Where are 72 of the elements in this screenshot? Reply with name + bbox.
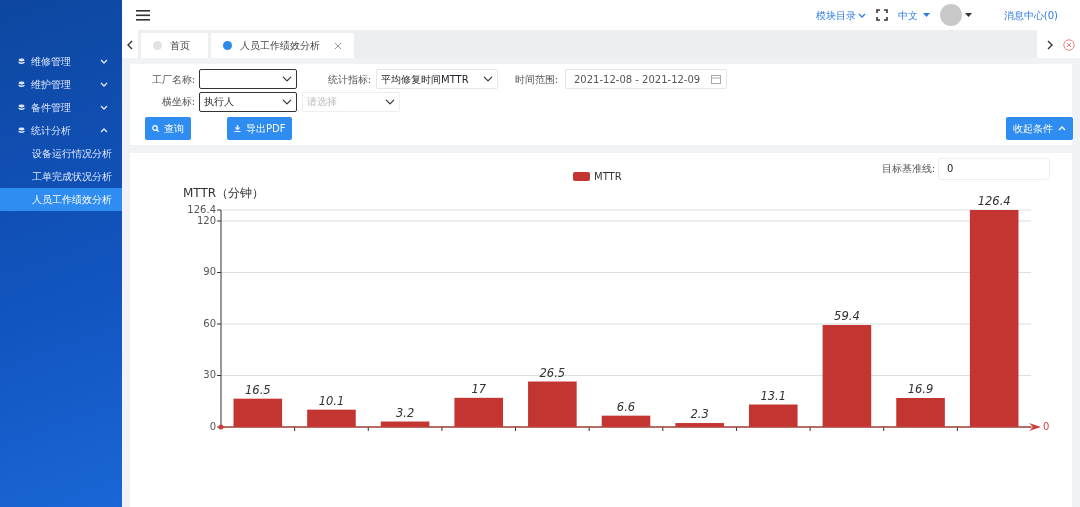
data-label: 59.4 <box>834 308 860 323</box>
stack-icon <box>18 58 25 65</box>
data-label: 3.2 <box>395 405 415 419</box>
bar[interactable] <box>454 397 504 427</box>
bar[interactable] <box>233 398 283 427</box>
data-label: 26.5 <box>539 365 566 379</box>
y-tick-label: 126.4 <box>187 203 216 215</box>
caret-icon[interactable] <box>964 13 972 17</box>
sidebar-item[interactable]: 维修管理 <box>0 50 122 73</box>
baseline-field[interactable]: 0 <box>938 157 1050 180</box>
bar[interactable] <box>528 381 577 427</box>
message-center-link[interactable]: 消息中心(0) <box>1003 7 1058 23</box>
bar[interactable] <box>380 421 430 427</box>
status-dot <box>223 41 232 50</box>
bar[interactable] <box>969 209 1019 427</box>
bar[interactable] <box>675 422 724 427</box>
module-menu-link[interactable]: 模块目录 <box>815 7 867 23</box>
language-dropdown[interactable]: 中文 <box>898 7 931 23</box>
field-label: 时间范围: <box>513 72 558 87</box>
data-label: 10.1 <box>318 393 345 408</box>
stack-icon <box>18 104 25 111</box>
calendar-icon <box>711 74 721 84</box>
search-icon <box>152 124 159 132</box>
y-tick-label: 0 <box>209 420 216 432</box>
data-label: 16.9 <box>907 381 934 396</box>
chevron-left-icon <box>127 39 133 50</box>
sidebar-subitem[interactable]: 工单完成状况分析 <box>0 165 122 188</box>
data-label: 13.1 <box>760 388 787 402</box>
y-axis-title: MTTR（分钟） <box>183 185 265 200</box>
close-icon[interactable] <box>334 41 342 50</box>
sidebar-item[interactable]: 备件管理 <box>0 96 122 119</box>
status-dot <box>153 41 162 50</box>
legend-label[interactable]: MTTR <box>594 170 622 182</box>
y-tick-label: 30 <box>203 369 216 380</box>
download-icon <box>234 124 241 132</box>
page-tab[interactable]: 首页 <box>141 33 208 58</box>
stack-icon <box>18 127 25 134</box>
field-label: 工厂名称: <box>150 72 195 87</box>
sidebar-item[interactable]: 维护管理 <box>0 73 122 96</box>
chevron-down-icon <box>858 11 867 19</box>
baseline-label: 0 <box>1043 420 1050 432</box>
data-label: 2.3 <box>690 406 709 421</box>
data-label: 17 <box>471 381 487 396</box>
chevron-up-icon <box>1058 124 1066 132</box>
bar[interactable] <box>822 324 872 427</box>
stack-icon <box>18 81 25 88</box>
data-label: 126.4 <box>977 193 1011 208</box>
bar[interactable] <box>307 409 356 427</box>
menu-icon[interactable] <box>136 9 150 21</box>
close-circle-icon <box>1063 38 1075 51</box>
legend-swatch[interactable] <box>573 171 590 181</box>
chevron-right-icon <box>1047 39 1053 50</box>
y-tick-label: 120 <box>196 214 216 226</box>
x-axis-select[interactable]: 执行人 <box>199 91 297 112</box>
metric-select[interactable]: 平均修复时间MTTR <box>376 69 498 89</box>
field-label: 横坐标: <box>160 95 195 109</box>
bar[interactable] <box>896 397 945 427</box>
bar[interactable] <box>601 415 651 427</box>
page-tab[interactable]: 人员工作绩效分析 <box>211 33 354 58</box>
y-tick-label: 60 <box>203 317 216 329</box>
bar[interactable] <box>748 404 798 427</box>
fullscreen-icon[interactable] <box>876 9 889 21</box>
factory-select[interactable] <box>199 69 297 89</box>
data-label: 6.6 <box>616 399 636 414</box>
date-range-field[interactable]: 2021-12-08 - 2021-12-09 <box>565 69 727 89</box>
caret-icon <box>923 13 931 17</box>
y-tick-label: 90 <box>203 266 216 277</box>
field-label: 统计指标: <box>326 72 371 87</box>
data-label: 16.5 <box>245 382 271 397</box>
field-label: 目标基准线: <box>881 162 935 176</box>
sidebar-subitem[interactable]: 设备运行情况分析 <box>0 142 122 165</box>
sidebar-item[interactable]: 统计分析 <box>0 119 122 142</box>
